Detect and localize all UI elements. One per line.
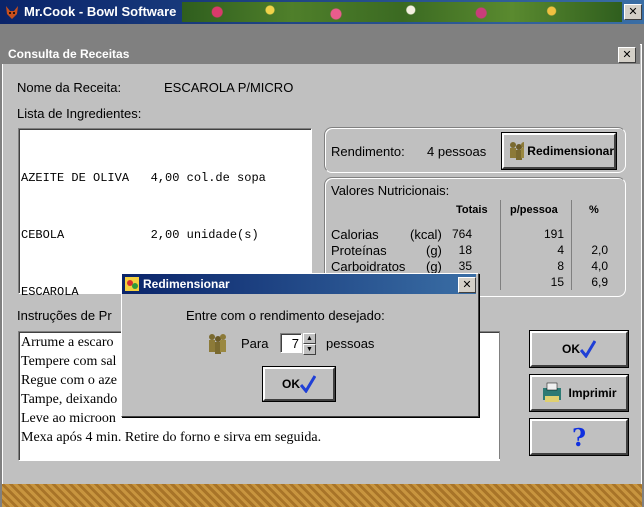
instructions-scrollbar[interactable]	[499, 331, 516, 459]
recipe-window-title-bar: Consulta de Receitas ✕	[2, 44, 640, 64]
app-fox-icon	[6, 6, 18, 19]
recipe-window-title: Consulta de Receitas	[8, 47, 130, 61]
ingredient-row[interactable]: CEBOLA 2,00 unidade(s)	[21, 226, 311, 245]
close-window-button[interactable]: ✕	[624, 4, 642, 20]
flower-banner-image	[182, 2, 622, 22]
column-separator	[500, 200, 501, 290]
ingredients-list[interactable]: AZEITE DE OLIVA 4,00 col.de sopa CEBOLA …	[18, 128, 312, 299]
people-label: pessoas	[326, 336, 375, 351]
nutrient-percent: 6,9	[591, 275, 608, 289]
col-header-per-person: p/pessoa	[510, 204, 558, 216]
spin-down-button[interactable]: ▼	[303, 344, 316, 355]
nutrient-total: 35	[458, 259, 472, 273]
mdi-background	[0, 24, 644, 44]
nutrient-name: Carboidratos	[331, 259, 406, 274]
people-icon	[209, 334, 226, 354]
people-count-spinner[interactable]: ▲ ▼	[303, 333, 316, 355]
print-button-label: Imprimir	[568, 386, 617, 400]
checkmark-icon	[300, 375, 316, 393]
recipe-name-label: Nome da Receita:	[17, 80, 122, 95]
help-button[interactable]: ?	[530, 419, 628, 455]
app-icon	[125, 277, 139, 291]
instruction-line: Mexa após 4 min. Retire do forno e sirva…	[21, 430, 322, 445]
nutrient-total: 764	[451, 227, 472, 241]
col-header-percent: %	[589, 204, 599, 216]
spin-up-button[interactable]: ▲	[303, 333, 316, 344]
people-count-input[interactable]: 7	[280, 333, 302, 353]
printer-icon	[543, 382, 562, 402]
dialog-ok-label: OK	[282, 377, 300, 391]
dialog-prompt: Entre com o rendimento desejado:	[186, 308, 385, 323]
checkmark-icon	[580, 340, 596, 358]
col-header-totals: Totais	[456, 204, 488, 216]
nutrient-name: Proteínas	[331, 243, 387, 258]
close-recipe-window-button[interactable]: ✕	[618, 47, 636, 63]
ingredients-label: Lista de Ingredientes:	[17, 106, 142, 121]
nutrient-per-person: 4	[557, 243, 564, 257]
help-icon: ?	[571, 422, 587, 452]
resize-dialog-title: Redimensionar	[143, 277, 230, 291]
yield-value: 4 pessoas	[427, 144, 487, 159]
nutrient-unit: (kcal)	[410, 227, 442, 242]
ok-button[interactable]: OK	[530, 331, 628, 367]
yield-label: Rendimento:	[331, 144, 405, 159]
resize-dialog-title-bar: Redimensionar ✕	[122, 274, 476, 294]
print-button[interactable]: Imprimir	[530, 375, 628, 411]
nutrient-per-person: 15	[550, 275, 564, 289]
nutrition-label: Valores Nutricionais:	[331, 183, 450, 198]
resize-button-label: Redimensionar	[527, 144, 614, 158]
close-dialog-button[interactable]: ✕	[458, 277, 476, 293]
nutrient-per-person: 191	[543, 227, 564, 241]
burlap-footer-image	[2, 484, 642, 507]
people-icon	[510, 142, 525, 160]
column-separator	[571, 200, 572, 290]
resize-button[interactable]: Redimensionar	[502, 133, 616, 169]
for-label: Para	[241, 336, 269, 351]
window-title: Mr.Cook - Bowl Software	[24, 4, 177, 19]
dialog-ok-button[interactable]: OK	[263, 367, 335, 401]
ok-button-label: OK	[562, 342, 580, 356]
nutrient-total: 18	[458, 243, 472, 257]
ingredient-row[interactable]: AZEITE DE OLIVA 4,00 col.de sopa	[21, 169, 311, 188]
nutrient-percent: 4,0	[591, 259, 608, 273]
nutrient-per-person: 8	[557, 259, 564, 273]
recipe-name-value: ESCAROLA P/MICRO	[164, 80, 294, 95]
nutrient-name: Calorias	[331, 227, 379, 242]
instructions-label: Instruções de Pr	[17, 308, 112, 323]
nutrient-percent: 2,0	[591, 243, 608, 257]
main-title-bar: Mr.Cook - Bowl Software ✕	[0, 0, 644, 24]
